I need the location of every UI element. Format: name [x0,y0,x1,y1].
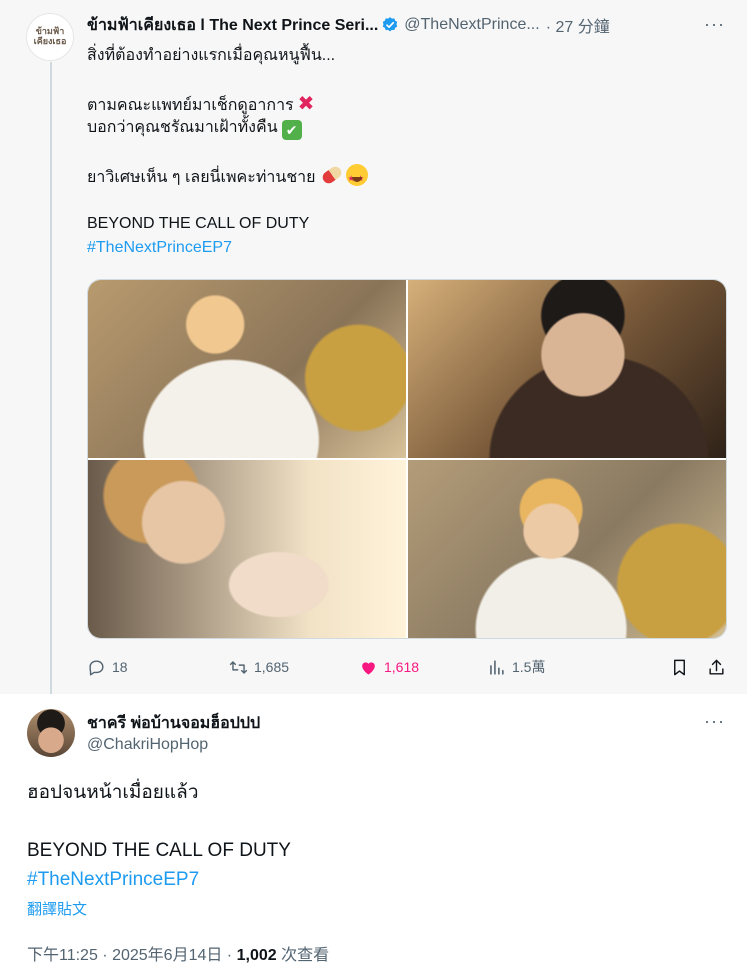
tweet-line: บอกว่าคุณชรัณมาเฝ้าทั้งคืน [87,119,278,136]
photo-4[interactable] [408,460,726,638]
share-icon [709,659,724,675]
tweet-header: ข้ามฟ้าเคียงเธอ l The Next Prince Seri..… [87,14,727,36]
action-bar: 18 1,685 1,618 1.5萬 [87,655,727,679]
share-button[interactable] [707,658,726,677]
pill-icon [319,164,344,186]
like-count: 1,618 [384,659,420,675]
bookmark-button[interactable] [670,658,689,677]
tweet-line: ยาวิเศษเห็น ๆ เลยนี่เพคะท่านชาย [87,169,316,186]
hashtag-link[interactable]: #TheNextPrinceEP7 [27,865,717,894]
hashtag-link[interactable]: #TheNextPrinceEP7 [87,236,707,260]
more-options-icon[interactable]: ··· [704,14,725,35]
tweet-timestamp[interactable]: 下午11:25 · 2025年6月14日 · [27,947,237,964]
reply-icon [89,659,104,675]
author-handle[interactable]: @TheNextPrince... [404,16,539,34]
views-chart-icon [490,659,504,675]
photo-1[interactable] [88,280,406,458]
tweet-line: ฮอปจนหน้าเมื่อยแล้ว [27,782,199,803]
tweet-line: ตามคณะแพทย์มาเช็กดูอาการ [87,97,294,114]
reply-button[interactable]: 18 [87,658,171,677]
tweet-line: BEYOND THE CALL OF DUTY [27,840,291,861]
check-mark-icon: ✔ [281,120,302,140]
tweet-line: BEYOND THE CALL OF DUTY [87,215,310,232]
media-grid [87,279,727,639]
heart-filled-icon [362,661,375,675]
tweet-line-row: ตามคณะแพทย์มาเช็กดูอาการ ✖ [87,92,707,116]
reply-count: 18 [112,659,128,675]
view-count: 1.5萬 [512,659,546,675]
retweet-button[interactable]: 1,685 [229,658,359,677]
tweet-line: สิ่งที่ต้องทำอย่างแรกเมื่อคุณหนูฟื้น... [87,47,336,64]
views-button[interactable]: 1.5萬 [487,657,637,677]
photo-3[interactable] [88,460,406,638]
tweet-text: สิ่งที่ต้องทำอย่างแรกเมื่อคุณหนูฟื้น... … [87,44,707,260]
tweet-meta: 下午11:25 · 2025年6月14日 · 1,002 次查看 [27,941,329,965]
reply-author-avatar[interactable] [27,709,75,757]
reply-more-options-icon[interactable]: ··· [704,711,725,732]
reply-author-handle[interactable]: @ChakriHopHop [87,736,208,754]
retweet-count: 1,685 [254,659,290,675]
tweet-line-row: ยาวิเศษเห็น ๆ เลยนี่เพคะท่านชาย [87,164,707,191]
tweet-line-row: บอกว่าคุณชรัณมาเฝ้าทั้งคืน ✔ [87,116,707,140]
cross-mark-icon: ✖ [297,93,315,115]
retweet-icon [229,660,248,674]
bookmark-icon [674,659,685,675]
thread-line [50,62,52,694]
author-avatar[interactable]: ข้ามฟ้า เคียงเธอ [26,13,74,61]
translate-post-link[interactable]: 翻譯貼文 [27,898,87,919]
author-name[interactable]: ข้ามฟ้าเคียงเธอ l The Next Prince Seri..… [87,13,378,38]
like-button[interactable]: 1,618 [359,658,487,677]
tweet-time[interactable]: · 27 分鐘 [546,13,610,37]
reply-tweet-text: ฮอปจนหน้าเมื่อยแล้ว BEYOND THE CALL OF D… [27,778,717,894]
parent-tweet[interactable]: ข้ามฟ้า เคียงเธอ ข้ามฟ้าเคียงเธอ l The N… [0,0,747,694]
reply-author-name[interactable]: ชาครี พ่อบ้านจอมฮ็อปปป [87,711,260,736]
star-struck-icon [345,164,368,191]
photo-2[interactable] [408,280,726,458]
views-number: 1,002 [236,947,277,964]
views-label: 次查看 [276,947,330,964]
series-logo: ข้ามฟ้า เคียงเธอ [33,27,67,47]
verified-badge-icon [383,17,398,32]
